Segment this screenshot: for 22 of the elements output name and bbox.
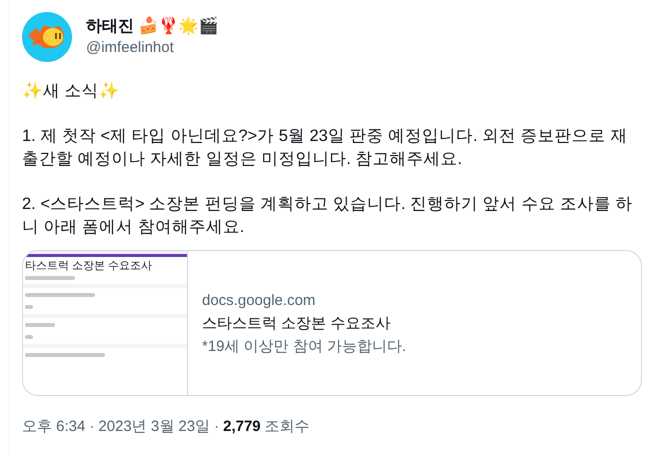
tweet-paragraph: 1. 제 첫작 <제 타입 아닌데요?>가 5월 23일 판중 예정입니다. 외전 증보판으로 재출간할 예정이나 자세한 일정은 미정입니다. 참고해주세요. <box>22 126 628 170</box>
link-card[interactable]: 타스트럭 소장본 수요조사 docs.google.com 스타스트럭 소장본 수요조사 *19세 이상만 참여 가능합니다. <box>22 250 642 396</box>
separator-dot: · <box>214 417 220 437</box>
card-description: *19세 이상만 참여 가능합니다. <box>202 336 406 356</box>
card-domain: docs.google.com <box>202 290 316 310</box>
blurred-text <box>25 276 75 280</box>
tweet-paragraph: ✨새 소식✨ <box>22 80 121 102</box>
fireball-avatar-icon[interactable] <box>22 12 72 62</box>
view-count: 2,779 <box>223 417 261 437</box>
card-title: 스타스트럭 소장본 수요조사 <box>202 314 392 334</box>
author-name[interactable]: 하태진 🍰🦞🌟🎬 <box>86 16 218 38</box>
blurred-text <box>25 323 55 327</box>
author-handle[interactable]: @imfeelinhot <box>86 38 218 58</box>
blurred-text <box>25 305 33 309</box>
blurred-text <box>25 335 33 339</box>
tweet-paragraph: 2. <스타스트럭> 소장본 펀딩을 계획하고 있습니다. 진행하기 앞서 수요 조사를 하니 아래 폼에서 참여해주세요. <box>22 194 634 238</box>
separator-dot: · <box>89 417 94 437</box>
tweet-date[interactable]: 2023년 3월 23일 <box>98 416 210 438</box>
blurred-text <box>25 293 95 297</box>
views-label: 조회수 <box>264 417 310 437</box>
thumbnail-title: 타스트럭 소장본 수요조사 <box>25 259 154 273</box>
tweet-time[interactable]: 오후 6:34 <box>22 416 86 438</box>
